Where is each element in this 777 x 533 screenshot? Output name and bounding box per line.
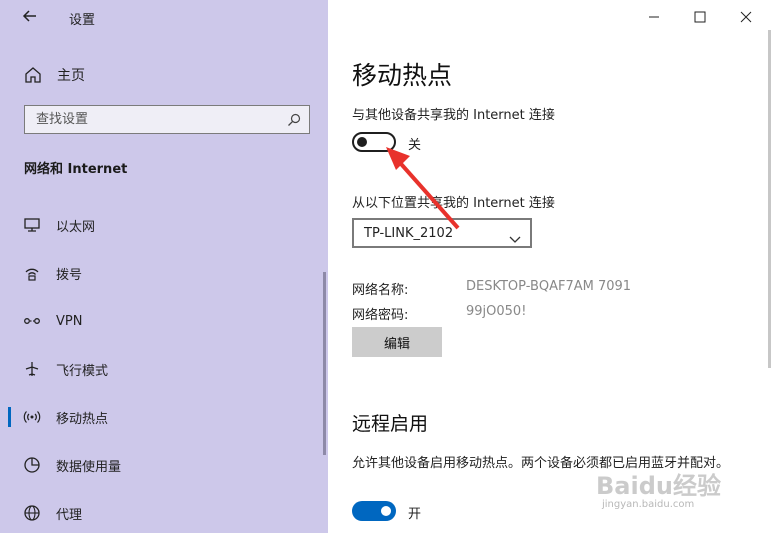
minimize-button[interactable] bbox=[634, 5, 674, 29]
search-box[interactable] bbox=[24, 105, 310, 134]
sidebar-item-label: VPN bbox=[56, 313, 83, 329]
remote-enable-title: 远程启用 bbox=[352, 413, 429, 435]
sidebar-item-data-usage[interactable]: 数据使用量 bbox=[0, 450, 320, 480]
sidebar-item-proxy[interactable]: 代理 bbox=[0, 498, 320, 528]
watermark-url: jingyan.baidu.com bbox=[602, 499, 695, 510]
back-arrow-icon[interactable] bbox=[22, 8, 42, 26]
sidebar-item-label: 飞行模式 bbox=[56, 363, 109, 379]
toggle-knob bbox=[381, 506, 391, 516]
network-password-label: 网络密码: bbox=[352, 308, 409, 323]
hotspot-icon bbox=[22, 407, 42, 427]
remote-toggle-state: 开 bbox=[408, 507, 422, 522]
sidebar-item-home[interactable]: 主页 bbox=[22, 64, 85, 86]
close-button[interactable] bbox=[726, 5, 766, 29]
airplane-icon bbox=[22, 359, 42, 379]
globe-icon bbox=[22, 503, 42, 523]
window-title: 设置 bbox=[69, 13, 96, 28]
toggle-knob bbox=[357, 137, 367, 147]
network-name-label: 网络名称: bbox=[352, 283, 409, 298]
sidebar-item-label: 主页 bbox=[57, 68, 85, 84]
sidebar-scrollbar[interactable] bbox=[323, 272, 326, 455]
annotation-arrow-icon bbox=[386, 147, 460, 230]
sidebar-item-label: 代理 bbox=[56, 507, 83, 523]
ethernet-icon bbox=[22, 215, 42, 235]
remote-toggle[interactable] bbox=[352, 501, 396, 521]
maximize-button[interactable] bbox=[680, 5, 720, 29]
sidebar-item-label: 以太网 bbox=[56, 219, 96, 235]
main-scrollbar[interactable] bbox=[768, 30, 771, 368]
sidebar-item-label: 数据使用量 bbox=[56, 459, 122, 475]
section-heading: 网络和 Internet bbox=[24, 162, 128, 177]
sidebar-item-hotspot[interactable]: 移动热点 bbox=[0, 402, 320, 432]
sidebar-item-ethernet[interactable]: 以太网 bbox=[0, 210, 320, 240]
share-label: 与其他设备共享我的 Internet 连接 bbox=[352, 108, 555, 123]
search-icon[interactable] bbox=[287, 112, 301, 126]
sidebar-item-label: 移动热点 bbox=[56, 411, 109, 427]
home-icon bbox=[22, 64, 44, 86]
sidebar: 设置 主页 网络和 Internet 以太网 拨号 VPN 飞行模式 bbox=[0, 0, 328, 533]
sidebar-item-dialup[interactable]: 拨号 bbox=[0, 258, 320, 288]
dialup-icon bbox=[22, 263, 42, 283]
edit-button[interactable]: 编辑 bbox=[352, 327, 442, 357]
selection-indicator bbox=[8, 407, 11, 427]
sidebar-item-vpn[interactable]: VPN bbox=[0, 306, 320, 336]
page-title: 移动热点 bbox=[352, 61, 453, 90]
watermark-logo: Baidu经验 bbox=[596, 472, 721, 500]
data-usage-icon bbox=[22, 455, 42, 475]
sidebar-item-label: 拨号 bbox=[56, 267, 83, 283]
search-input[interactable] bbox=[25, 106, 291, 133]
network-password-value: 99jO050! bbox=[466, 304, 527, 319]
vpn-icon bbox=[22, 311, 42, 331]
chevron-down-icon bbox=[509, 229, 521, 243]
network-name-value: DESKTOP-BQAF7AM 7091 bbox=[466, 279, 632, 294]
sidebar-item-airplane[interactable]: 飞行模式 bbox=[0, 354, 320, 384]
